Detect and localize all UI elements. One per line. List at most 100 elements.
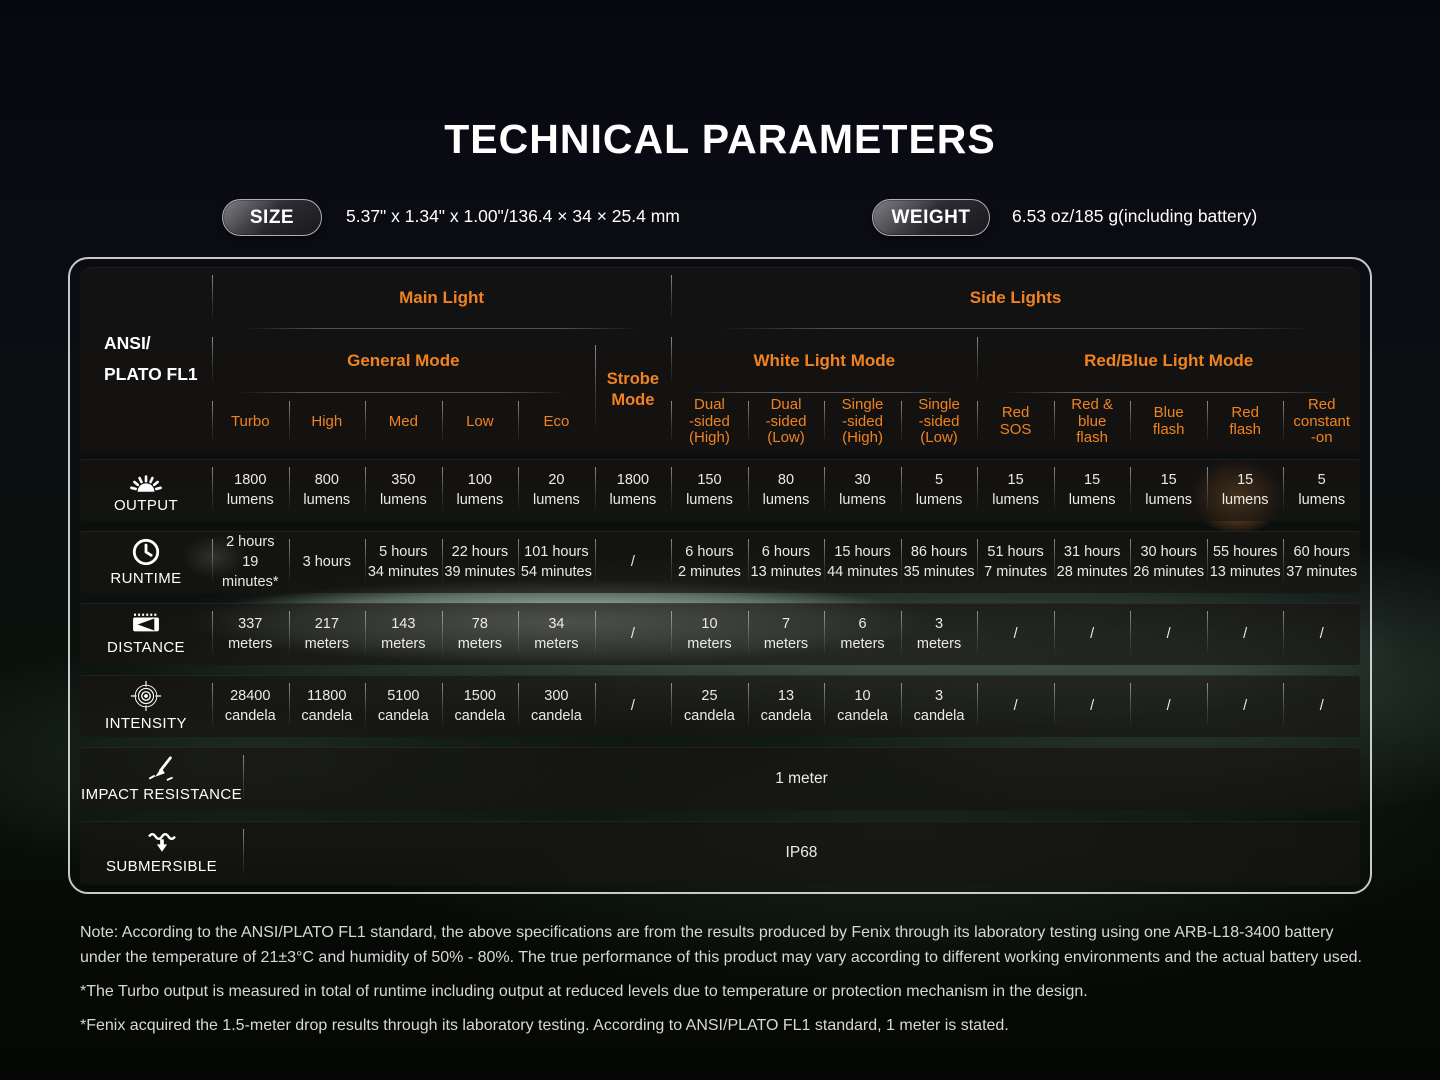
table-row-distance: DISTANCE 337 meters 217 meters 143 meter… — [80, 603, 1360, 665]
table-cell: 5100 candela — [365, 675, 442, 737]
table-cell: 800 lumens — [289, 459, 366, 521]
submersible-row-label: SUBMERSIBLE — [80, 821, 243, 885]
table-cell: / — [1054, 603, 1131, 665]
table-cell: 217 meters — [289, 603, 366, 665]
table-row-output: OUTPUT 1800 lumens 800 lumens 350 lumens… — [80, 459, 1360, 521]
column-header-turbo: Turbo — [212, 393, 289, 451]
weight-value: 6.53 oz/185 g(including battery) — [1012, 206, 1257, 227]
table-cell: 34 meters — [518, 603, 595, 665]
output-row-label: OUTPUT — [80, 459, 212, 521]
intensity-row-label: INTENSITY — [80, 675, 212, 737]
impact-resistance-row-label-text: IMPACT RESISTANCE — [81, 786, 242, 803]
table-cell: 30 hours 26 minutes — [1130, 531, 1207, 593]
table-cell: / — [1130, 675, 1207, 737]
table-cell: 1800 lumens — [212, 459, 289, 521]
table-cell: / — [1207, 675, 1284, 737]
table-cell: 5 hours 34 minutes — [365, 531, 442, 593]
table-cell: / — [1283, 675, 1360, 737]
table-cell: 5 lumens — [901, 459, 978, 521]
footnotes: Note: According to the ANSI/PLATO FL1 st… — [80, 920, 1372, 1047]
table-row-impact-resistance: IMPACT RESISTANCE 1 meter — [80, 747, 1360, 811]
table-cell: 10 candela — [824, 675, 901, 737]
table-cell: 7 meters — [748, 603, 825, 665]
table-cell: 51 hours 7 minutes — [977, 531, 1054, 593]
table-cell: 3 hours — [289, 531, 366, 593]
table-cell: 5 lumens — [1283, 459, 1360, 521]
footnote-standard: Note: According to the ANSI/PLATO FL1 st… — [80, 920, 1372, 970]
output-row-label-text: OUTPUT — [114, 497, 178, 514]
table-cell: 1800 lumens — [595, 459, 672, 521]
table-cell: / — [1207, 603, 1284, 665]
intensity-icon — [130, 680, 162, 712]
distance-row-label: DISTANCE — [80, 603, 212, 665]
weight-badge: WEIGHT — [872, 199, 990, 236]
runtime-row-label-text: RUNTIME — [110, 570, 181, 587]
table-cell: / — [595, 603, 672, 665]
spec-table-header: ANSI/ PLATO FL1 Main Light Side Lights G… — [80, 267, 1360, 451]
table-cell: 15 lumens — [1207, 459, 1284, 521]
side-lights-group-header: Side Lights — [671, 267, 1360, 329]
size-badge-label: SIZE — [250, 207, 294, 229]
table-cell: 11800 candela — [289, 675, 366, 737]
table-cell: 55 houres 13 minutes — [1207, 531, 1284, 593]
table-cell: 25 candela — [671, 675, 748, 737]
impact-icon — [146, 755, 178, 783]
table-cell: 80 lumens — [748, 459, 825, 521]
table-cell: 350 lumens — [365, 459, 442, 521]
table-row-runtime: RUNTIME 2 hours 19 minutes* 3 hours 5 ho… — [80, 531, 1360, 593]
table-cell: 15 lumens — [1130, 459, 1207, 521]
table-row-intensity: INTENSITY 28400 candela 11800 candela 51… — [80, 675, 1360, 737]
strobe-mode-header: Strobe Mode — [595, 329, 672, 451]
column-header-dual-sided-low: Dual -sided (Low) — [748, 393, 825, 451]
clock-icon — [131, 537, 161, 567]
table-cell: / — [1283, 603, 1360, 665]
table-cell: 3 candela — [901, 675, 978, 737]
table-cell: 337 meters — [212, 603, 289, 665]
impact-resistance-value: 1 meter — [243, 747, 1360, 811]
column-header-red-sos: Red SOS — [977, 393, 1054, 451]
table-cell: 2 hours 19 minutes* — [212, 531, 289, 593]
column-header-med: Med — [365, 393, 442, 451]
distance-row-label-text: DISTANCE — [107, 639, 185, 656]
size-badge: SIZE — [222, 199, 322, 236]
table-cell: 10 meters — [671, 603, 748, 665]
table-cell: 20 lumens — [518, 459, 595, 521]
sunrise-icon — [128, 467, 164, 494]
standard-label: ANSI/ PLATO FL1 — [80, 267, 212, 451]
redblue-light-mode-header: Red/Blue Light Mode — [977, 329, 1360, 393]
table-cell: 150 lumens — [671, 459, 748, 521]
submersible-icon — [146, 831, 178, 855]
table-cell: 78 meters — [442, 603, 519, 665]
table-cell: 3 meters — [901, 603, 978, 665]
table-cell: 13 candela — [748, 675, 825, 737]
column-header-eco: Eco — [518, 393, 595, 451]
table-cell: / — [977, 603, 1054, 665]
table-cell: 86 hours 35 minutes — [901, 531, 978, 593]
table-cell: 6 hours 2 minutes — [671, 531, 748, 593]
table-cell: 22 hours 39 minutes — [442, 531, 519, 593]
column-header-blue-flash: Blue flash — [1130, 393, 1207, 451]
table-cell: 60 hours 37 minutes — [1283, 531, 1360, 593]
submersible-row-label-text: SUBMERSIBLE — [106, 858, 217, 875]
table-cell: / — [1130, 603, 1207, 665]
column-header-high: High — [289, 393, 366, 451]
white-light-mode-header: White Light Mode — [671, 329, 977, 393]
size-value: 5.37" x 1.34" x 1.00"/136.4 × 34 × 25.4 … — [346, 206, 680, 227]
weight-badge-label: WEIGHT — [892, 207, 971, 229]
table-cell: / — [1054, 675, 1131, 737]
table-cell: / — [595, 675, 672, 737]
column-header-single-sided-low: Single -sided (Low) — [901, 393, 978, 451]
table-cell: 6 meters — [824, 603, 901, 665]
table-cell: 300 candela — [518, 675, 595, 737]
table-cell: 30 lumens — [824, 459, 901, 521]
column-header-dual-sided-high: Dual -sided (High) — [671, 393, 748, 451]
submersible-value: IP68 — [243, 821, 1360, 885]
footnote-drop-test: *Fenix acquired the 1.5-meter drop resul… — [80, 1013, 1372, 1038]
footnote-turbo: *The Turbo output is measured in total o… — [80, 979, 1372, 1004]
table-cell: 1500 candela — [442, 675, 519, 737]
column-header-low: Low — [442, 393, 519, 451]
table-cell: 101 hours 54 minutes — [518, 531, 595, 593]
distance-icon — [130, 612, 162, 636]
intensity-row-label-text: INTENSITY — [105, 715, 187, 732]
general-mode-header: General Mode — [212, 329, 595, 393]
